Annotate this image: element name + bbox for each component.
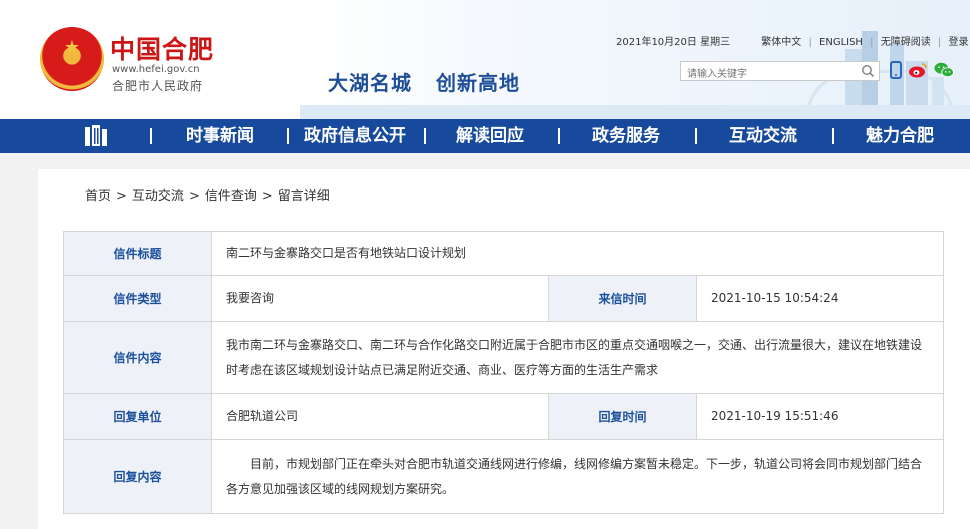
breadcrumb-arrow: > xyxy=(261,189,273,204)
search-input[interactable] xyxy=(681,65,853,84)
top-utility-bar: 2021年10月20日 星期三 繁体中文 | ENGLISH | 无障碍阅读 |… xyxy=(616,33,968,48)
search-box xyxy=(680,61,880,84)
emblem-star-icon: ★ xyxy=(63,37,81,58)
header-skyline-banner xyxy=(300,0,970,119)
reply-unit-label: 回复单位 xyxy=(63,393,212,440)
main-navigation: 时事新闻 政府信息公开 解读回应 政务服务 互动交流 魅力合肥 xyxy=(0,119,970,153)
wechat-icon[interactable] xyxy=(934,60,954,80)
breadcrumb-interaction[interactable]: 互动交流 xyxy=(132,185,184,204)
link-english[interactable]: ENGLISH xyxy=(819,37,863,48)
table-row: 回复单位 合肥轨道公司 回复时间 2021-10-19 15:51:46 xyxy=(63,393,944,440)
reply-time-label: 回复时间 xyxy=(548,393,697,440)
nav-gov-info-disclosure[interactable]: 政府信息公开 xyxy=(292,119,418,153)
divider: | xyxy=(870,37,874,48)
letter-title-label: 信件标题 xyxy=(63,231,212,276)
breadcrumb-message-detail: 留言详细 xyxy=(277,189,330,204)
table-row: 回复内容 目前，市规划部门正在牵头对合肥市轨道交通线网进行修编，线网修编方案暂未… xyxy=(63,439,944,514)
link-accessible-reading[interactable]: 无障碍阅读 xyxy=(881,33,931,48)
national-emblem-icon: ★ xyxy=(40,27,104,91)
nav-current-news[interactable]: 时事新闻 xyxy=(160,119,280,153)
site-logo-subtitle: 合肥市人民政府 xyxy=(112,79,204,93)
nav-divider xyxy=(150,128,152,144)
home-building-icon[interactable] xyxy=(83,124,109,148)
letter-content-value: 我市南二环与金寨路交口、南二环与合作化路交口附近属于合肥市市区的重点交通咽喉之一… xyxy=(211,321,944,394)
link-login[interactable]: 登录 xyxy=(948,33,968,48)
breadcrumb-home[interactable]: 首页 xyxy=(85,185,111,204)
breadcrumb-arrow: > xyxy=(188,189,200,204)
divider: | xyxy=(808,37,812,48)
letter-type-value: 我要咨询 xyxy=(211,275,549,322)
sent-time-value: 2021-10-15 10:54:24 xyxy=(696,275,944,322)
search-icon[interactable] xyxy=(861,64,875,78)
nav-interpretation[interactable]: 解读回应 xyxy=(430,119,550,153)
slogan-part-1: 大湖名城 xyxy=(328,71,412,95)
nav-divider xyxy=(695,128,697,144)
link-traditional-chinese[interactable]: 繁体中文 xyxy=(761,33,801,48)
nav-divider xyxy=(832,128,834,144)
reply-content-label: 回复内容 xyxy=(63,439,212,514)
letter-detail-table: 信件标题 南二环与金寨路交口是否有地铁站口设计规划 信件类型 我要咨询 来信时间… xyxy=(63,231,944,514)
letter-title-value: 南二环与金寨路交口是否有地铁站口设计规划 xyxy=(211,231,944,276)
nav-gov-services[interactable]: 政务服务 xyxy=(566,119,686,153)
skyline-building xyxy=(932,77,944,107)
breadcrumb-letter-query[interactable]: 信件查询 xyxy=(205,185,257,204)
weibo-icon[interactable] xyxy=(908,60,928,80)
slogan-part-2: 创新高地 xyxy=(436,71,520,95)
site-logo-title[interactable]: 中国合肥 xyxy=(110,30,214,66)
sent-time-label: 来信时间 xyxy=(548,275,697,322)
nav-charm-hefei[interactable]: 魅力合肥 xyxy=(840,119,960,153)
table-row: 信件标题 南二环与金寨路交口是否有地铁站口设计规划 xyxy=(63,231,944,276)
reply-unit-value: 合肥轨道公司 xyxy=(211,393,549,440)
current-date: 2021年10月20日 星期三 xyxy=(616,37,731,48)
letter-content-label: 信件内容 xyxy=(63,321,212,394)
content-panel: 首页 > 互动交流 > 信件查询 > 留言详细 信件标题 南二环与金寨路交口是否有地铁站口设… xyxy=(38,169,970,529)
breadcrumb-arrow: > xyxy=(116,189,127,204)
nav-divider xyxy=(287,128,289,144)
reply-time-value: 2021-10-19 15:51:46 xyxy=(696,393,944,440)
skyline-water xyxy=(300,105,970,119)
reply-content-value: 目前，市规划部门正在牵头对合肥市轨道交通线网进行修编，线网修编方案暂未稳定。下一… xyxy=(211,439,944,514)
letter-type-label: 信件类型 xyxy=(63,275,212,322)
nav-divider xyxy=(424,128,426,144)
nav-divider xyxy=(558,128,560,144)
site-header: ★ 中国合肥 www.hefei.gov.cn 合肥市人民政府 大湖名城 创新高… xyxy=(0,0,970,119)
site-logo-url: www.hefei.gov.cn xyxy=(112,64,200,75)
breadcrumb: 首页 > 互动交流 > 信件查询 > 留言详细 xyxy=(85,185,330,204)
nav-interaction[interactable]: 互动交流 xyxy=(703,119,823,153)
divider: | xyxy=(937,37,942,48)
mobile-icon[interactable] xyxy=(886,60,906,80)
table-row: 信件类型 我要咨询 来信时间 2021-10-15 10:54:24 xyxy=(63,275,944,322)
table-row: 信件内容 我市南二环与金寨路交口、南二环与合作化路交口附近属于合肥市市区的重点交… xyxy=(63,321,944,394)
